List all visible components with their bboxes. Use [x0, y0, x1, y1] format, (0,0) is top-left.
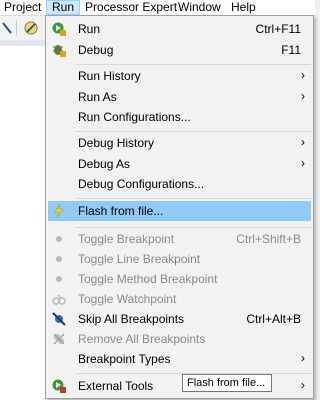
submenu-arrow-icon: ›: [301, 89, 305, 103]
menu-item-label: Run As: [78, 90, 117, 104]
menu-item-run-history[interactable]: Run History ›: [48, 66, 311, 86]
menu-item-skip-all-breakpoints[interactable]: Skip All Breakpoints Ctrl+Alt+B: [48, 309, 311, 329]
accelerator-text: Ctrl+Shift+B: [236, 232, 301, 246]
menu-item-run-configurations[interactable]: Run Configurations...: [48, 107, 311, 127]
accelerator-text: Ctrl+F11: [255, 22, 301, 36]
menu-item-label: Debug History: [78, 136, 155, 150]
menu-item-label: Run Configurations...: [78, 110, 191, 124]
submenu-arrow-icon: ›: [301, 135, 305, 149]
breakpoint-icon: [52, 272, 66, 286]
run-icon: [52, 22, 66, 36]
menu-item-breakpoint-types[interactable]: Breakpoint Types ›: [48, 349, 311, 369]
menu-item-label: Toggle Watchpoint: [78, 292, 177, 306]
menu-help[interactable]: Help: [226, 0, 261, 15]
menu-item-label: Run History: [78, 69, 141, 83]
menu-separator: [76, 64, 311, 65]
remove-breakpoints-icon: [53, 333, 65, 345]
menu-project[interactable]: Project: [0, 0, 46, 15]
menu-item-label: Toggle Line Breakpoint: [78, 252, 201, 266]
menu-separator: [76, 131, 311, 132]
breakpoint-icon: [52, 252, 66, 266]
menu-item-label: Debug Configurations...: [78, 177, 205, 191]
menu-item-label: Run: [78, 22, 101, 36]
tooltip: Flash from file...: [182, 374, 272, 392]
menu-item-debug-configurations[interactable]: Debug Configurations...: [48, 174, 311, 194]
menu-separator: [76, 198, 311, 199]
submenu-arrow-icon: ›: [301, 378, 305, 392]
menu-item-run[interactable]: Run Ctrl+F11: [48, 19, 311, 39]
menu-item-label: External Tools: [78, 379, 154, 393]
menu-item-label: Debug As: [78, 157, 131, 171]
menu-item-debug-history[interactable]: Debug History ›: [48, 133, 311, 153]
submenu-arrow-icon: ›: [301, 68, 305, 82]
breakpoint-icon: [52, 232, 66, 246]
skip-breakpoints-icon: [52, 312, 66, 326]
submenu-arrow-icon: ›: [301, 156, 305, 170]
menu-item-label: Toggle Method Breakpoint: [78, 272, 218, 286]
menu-item-remove-all-breakpoints[interactable]: Remove All Breakpoints: [48, 329, 311, 349]
menu-item-debug-as[interactable]: Debug As ›: [48, 154, 311, 174]
menu-item-label: Toggle Breakpoint: [78, 232, 175, 246]
menu-item-toggle-method-breakpoint[interactable]: Toggle Method Breakpoint: [48, 269, 311, 289]
toolbar-debug-icon[interactable]: [23, 20, 39, 36]
menu-window[interactable]: Window: [173, 0, 226, 15]
menu-item-toggle-line-breakpoint[interactable]: Toggle Line Breakpoint: [48, 249, 311, 269]
toolbar: [0, 16, 46, 40]
accelerator-text: Ctrl+Alt+B: [246, 312, 301, 326]
menu-item-toggle-watchpoint[interactable]: Toggle Watchpoint: [48, 289, 311, 309]
menu-run[interactable]: Run: [46, 0, 81, 15]
menu-item-run-as[interactable]: Run As ›: [48, 87, 311, 107]
watchpoint-icon: [52, 294, 66, 305]
debug-icon: [53, 45, 66, 57]
menu-separator: [76, 227, 311, 228]
external-tools-icon: [52, 379, 66, 393]
toolbar-tool-icon[interactable]: [2, 21, 12, 35]
editor-area: [0, 46, 46, 400]
menu-item-label: Debug: [78, 43, 114, 57]
menu-item-toggle-breakpoint[interactable]: Toggle Breakpoint Ctrl+Shift+B: [48, 229, 311, 249]
menu-bar: Project Run Processor Expert Window Help: [0, 0, 315, 16]
toolbar-separator: [16, 20, 17, 36]
menu-item-label: Remove All Breakpoints: [78, 332, 206, 346]
flash-icon: [54, 204, 64, 218]
menu-item-label: Flash from file...: [78, 204, 164, 218]
menu-item-debug[interactable]: Debug F11: [48, 40, 311, 60]
submenu-arrow-icon: ›: [301, 351, 305, 365]
menu-item-label: Skip All Breakpoints: [78, 312, 185, 326]
menu-item-flash-from-file[interactable]: Flash from file...: [48, 201, 311, 221]
run-menu: Run Ctrl+F11 Debug F11 Run History › Run…: [45, 15, 314, 399]
accelerator-text: F11: [281, 43, 301, 57]
menu-item-label: Breakpoint Types: [78, 352, 171, 366]
menu-processor-expert[interactable]: Processor Expert: [80, 0, 182, 15]
